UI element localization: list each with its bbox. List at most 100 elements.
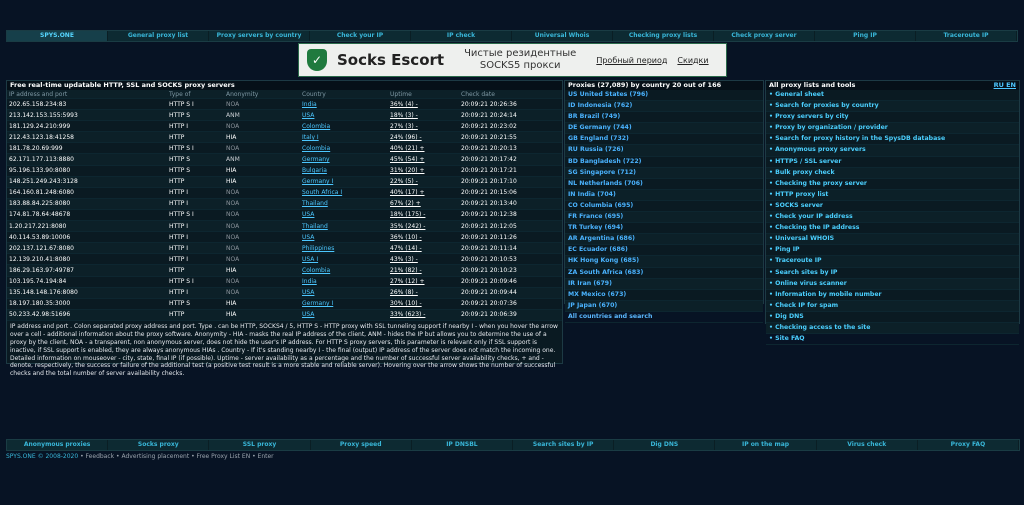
tool-link[interactable]: • Information by mobile number — [766, 290, 1019, 301]
tool-link[interactable]: • Online virus scanner — [766, 278, 1019, 290]
country-item[interactable]: BD Bangladesh (722) — [565, 157, 763, 168]
botnav-item[interactable]: Anonymous proxies — [7, 440, 109, 450]
proxy-type-cell[interactable]: HTTP — [167, 176, 224, 188]
botnav-item[interactable]: IP on the map — [715, 440, 817, 450]
uptime-cell[interactable]: 18% (3) - — [388, 109, 459, 122]
tool-link[interactable]: • Checking access to the site — [766, 322, 1019, 335]
country-item[interactable]: TR Turkey (694) — [565, 223, 763, 235]
country-cell[interactable]: USA — [300, 209, 388, 222]
country-cell[interactable]: South Africa I — [300, 187, 388, 199]
country-item[interactable]: IN India (704) — [565, 189, 763, 201]
country-item[interactable]: FR France (695) — [565, 212, 763, 224]
topnav-item[interactable]: Check proxy server — [714, 31, 815, 41]
uptime-cell[interactable]: 35% (242) - — [388, 220, 459, 233]
uptime-cell[interactable]: 26% (8) - — [388, 287, 459, 299]
banner-trial-link[interactable]: Пробный период — [596, 56, 667, 65]
country-item[interactable]: ZA South Africa (683) — [565, 268, 763, 279]
uptime-cell[interactable]: 31% (20) + — [388, 165, 459, 177]
uptime-cell[interactable]: 36% (10) - — [388, 231, 459, 244]
botnav-item[interactable]: Search sites by IP — [513, 440, 615, 450]
country-item[interactable]: DE Germany (744) — [565, 123, 763, 135]
proxy-type-cell[interactable]: HTTP S I — [167, 142, 224, 155]
country-cell[interactable]: Colombia — [300, 120, 388, 133]
country-cell[interactable]: Thailand — [300, 198, 388, 210]
proxy-type-cell[interactable]: HTTP — [167, 309, 224, 321]
country-cell[interactable]: Colombia — [300, 264, 388, 277]
country-cell[interactable]: USA — [300, 309, 388, 321]
country-cell[interactable]: India — [300, 98, 388, 111]
uptime-cell[interactable]: 27% (3) - — [388, 120, 459, 133]
botnav-item[interactable]: IP DNSBL — [412, 440, 514, 450]
uptime-cell[interactable]: 36% (4) - — [388, 98, 459, 111]
tool-link[interactable]: • Checking the IP address — [766, 223, 1019, 235]
proxy-type-cell[interactable]: HTTP S — [167, 153, 224, 166]
proxy-type-cell[interactable]: HTTP I — [167, 198, 224, 210]
tool-link[interactable]: • Check your IP address — [766, 212, 1019, 224]
proxy-type-cell[interactable]: HTTP I — [167, 287, 224, 299]
uptime-cell[interactable]: 40% (17) + — [388, 187, 459, 199]
botnav-item[interactable]: SSL proxy — [209, 440, 311, 450]
uptime-cell[interactable]: 21% (82) - — [388, 264, 459, 277]
country-cell[interactable]: Thailand — [300, 220, 388, 233]
uptime-cell[interactable]: 27% (12) + — [388, 276, 459, 288]
uptime-cell[interactable]: 40% (21) + — [388, 142, 459, 155]
country-cell[interactable]: Colombia — [300, 142, 388, 155]
country-item[interactable]: IR Iran (679) — [565, 278, 763, 290]
botnav-item[interactable]: Proxy FAQ — [918, 440, 1020, 450]
country-item[interactable]: EC Ecuador (686) — [565, 245, 763, 257]
country-item[interactable]: ID Indonesia (762) — [565, 101, 763, 113]
tool-link[interactable]: • HTTP proxy list — [766, 189, 1019, 201]
tool-link[interactable]: • Check IP for spam — [766, 300, 1019, 312]
proxy-type-cell[interactable]: HTTP I — [167, 220, 224, 233]
topnav-item[interactable]: General proxy list — [108, 31, 209, 41]
uptime-cell[interactable]: 30% (10) - — [388, 298, 459, 310]
uptime-cell[interactable]: 47% (14) - — [388, 242, 459, 255]
country-cell[interactable]: India — [300, 276, 388, 288]
tool-link[interactable]: • Proxy servers by city — [766, 112, 1019, 124]
botnav-item[interactable]: Proxy speed — [311, 440, 412, 450]
uptime-cell[interactable]: 22% (5) - — [388, 176, 459, 188]
ad-banner[interactable]: ✓ Socks Escort Чистые резидентные SOCKS5… — [298, 43, 727, 77]
tool-link[interactable]: • Site FAQ — [766, 334, 1019, 346]
country-item[interactable]: RU Russia (726) — [565, 145, 763, 157]
country-item[interactable]: AR Argentina (686) — [565, 234, 763, 246]
country-cell[interactable]: USA — [300, 231, 388, 244]
proxy-type-cell[interactable]: HTTP S — [167, 298, 224, 310]
botnav-item[interactable]: Dig DNS — [614, 440, 716, 450]
tool-link[interactable]: • General sheet — [766, 90, 1019, 102]
proxy-type-cell[interactable]: HTTP — [167, 131, 224, 144]
uptime-cell[interactable]: 33% (623) - — [388, 309, 459, 321]
all-countries-link[interactable]: All countries and search — [565, 312, 763, 323]
topnav-item[interactable]: Universal Whois — [512, 31, 613, 41]
country-item[interactable]: NL Netherlands (706) — [565, 179, 763, 190]
country-item[interactable]: US United States (796) — [565, 90, 763, 102]
footer-copyright[interactable]: SPYS.ONE © 2008-2020 — [6, 453, 78, 460]
tool-link[interactable]: • Ping IP — [766, 245, 1019, 257]
country-item[interactable]: JP Japan (670) — [565, 300, 763, 312]
topnav-item[interactable]: Checking proxy lists — [613, 31, 714, 41]
country-cell[interactable]: USA — [300, 109, 388, 122]
country-item[interactable]: GB England (732) — [565, 134, 763, 146]
proxy-type-cell[interactable]: HTTP I — [167, 187, 224, 199]
tool-link[interactable]: • Anonymous proxy servers — [766, 145, 1019, 157]
tool-link[interactable]: • Search for proxies by country — [766, 101, 1019, 113]
topnav-item[interactable]: Check your IP — [310, 31, 411, 41]
topnav-item[interactable]: IP check — [411, 31, 512, 41]
topnav-item[interactable]: Ping IP — [815, 31, 916, 41]
country-cell[interactable]: Philippines — [300, 242, 388, 255]
proxy-type-cell[interactable]: HTTP S — [167, 109, 224, 122]
proxy-type-cell[interactable]: HTTP I — [167, 253, 224, 266]
botnav-item[interactable]: Virus check — [817, 440, 918, 450]
topnav-item[interactable]: Traceroute IP — [916, 31, 1017, 41]
footer-links[interactable]: • Feedback • Advertising placement • Fre… — [78, 453, 274, 460]
tool-link[interactable]: • HTTPS / SSL server — [766, 157, 1019, 168]
country-cell[interactable]: Italy I — [300, 131, 388, 144]
tool-link[interactable]: • Proxy by organization / provider — [766, 123, 1019, 135]
uptime-cell[interactable]: 45% (54) + — [388, 153, 459, 166]
botnav-item[interactable]: Socks proxy — [108, 440, 210, 450]
country-item[interactable]: MX Mexico (673) — [565, 290, 763, 301]
tool-link[interactable]: • Traceroute IP — [766, 256, 1019, 268]
tool-link[interactable]: • Dig DNS — [766, 312, 1019, 323]
country-cell[interactable]: Germany I — [300, 176, 388, 188]
tool-link[interactable]: • Bulk proxy check — [766, 167, 1019, 179]
